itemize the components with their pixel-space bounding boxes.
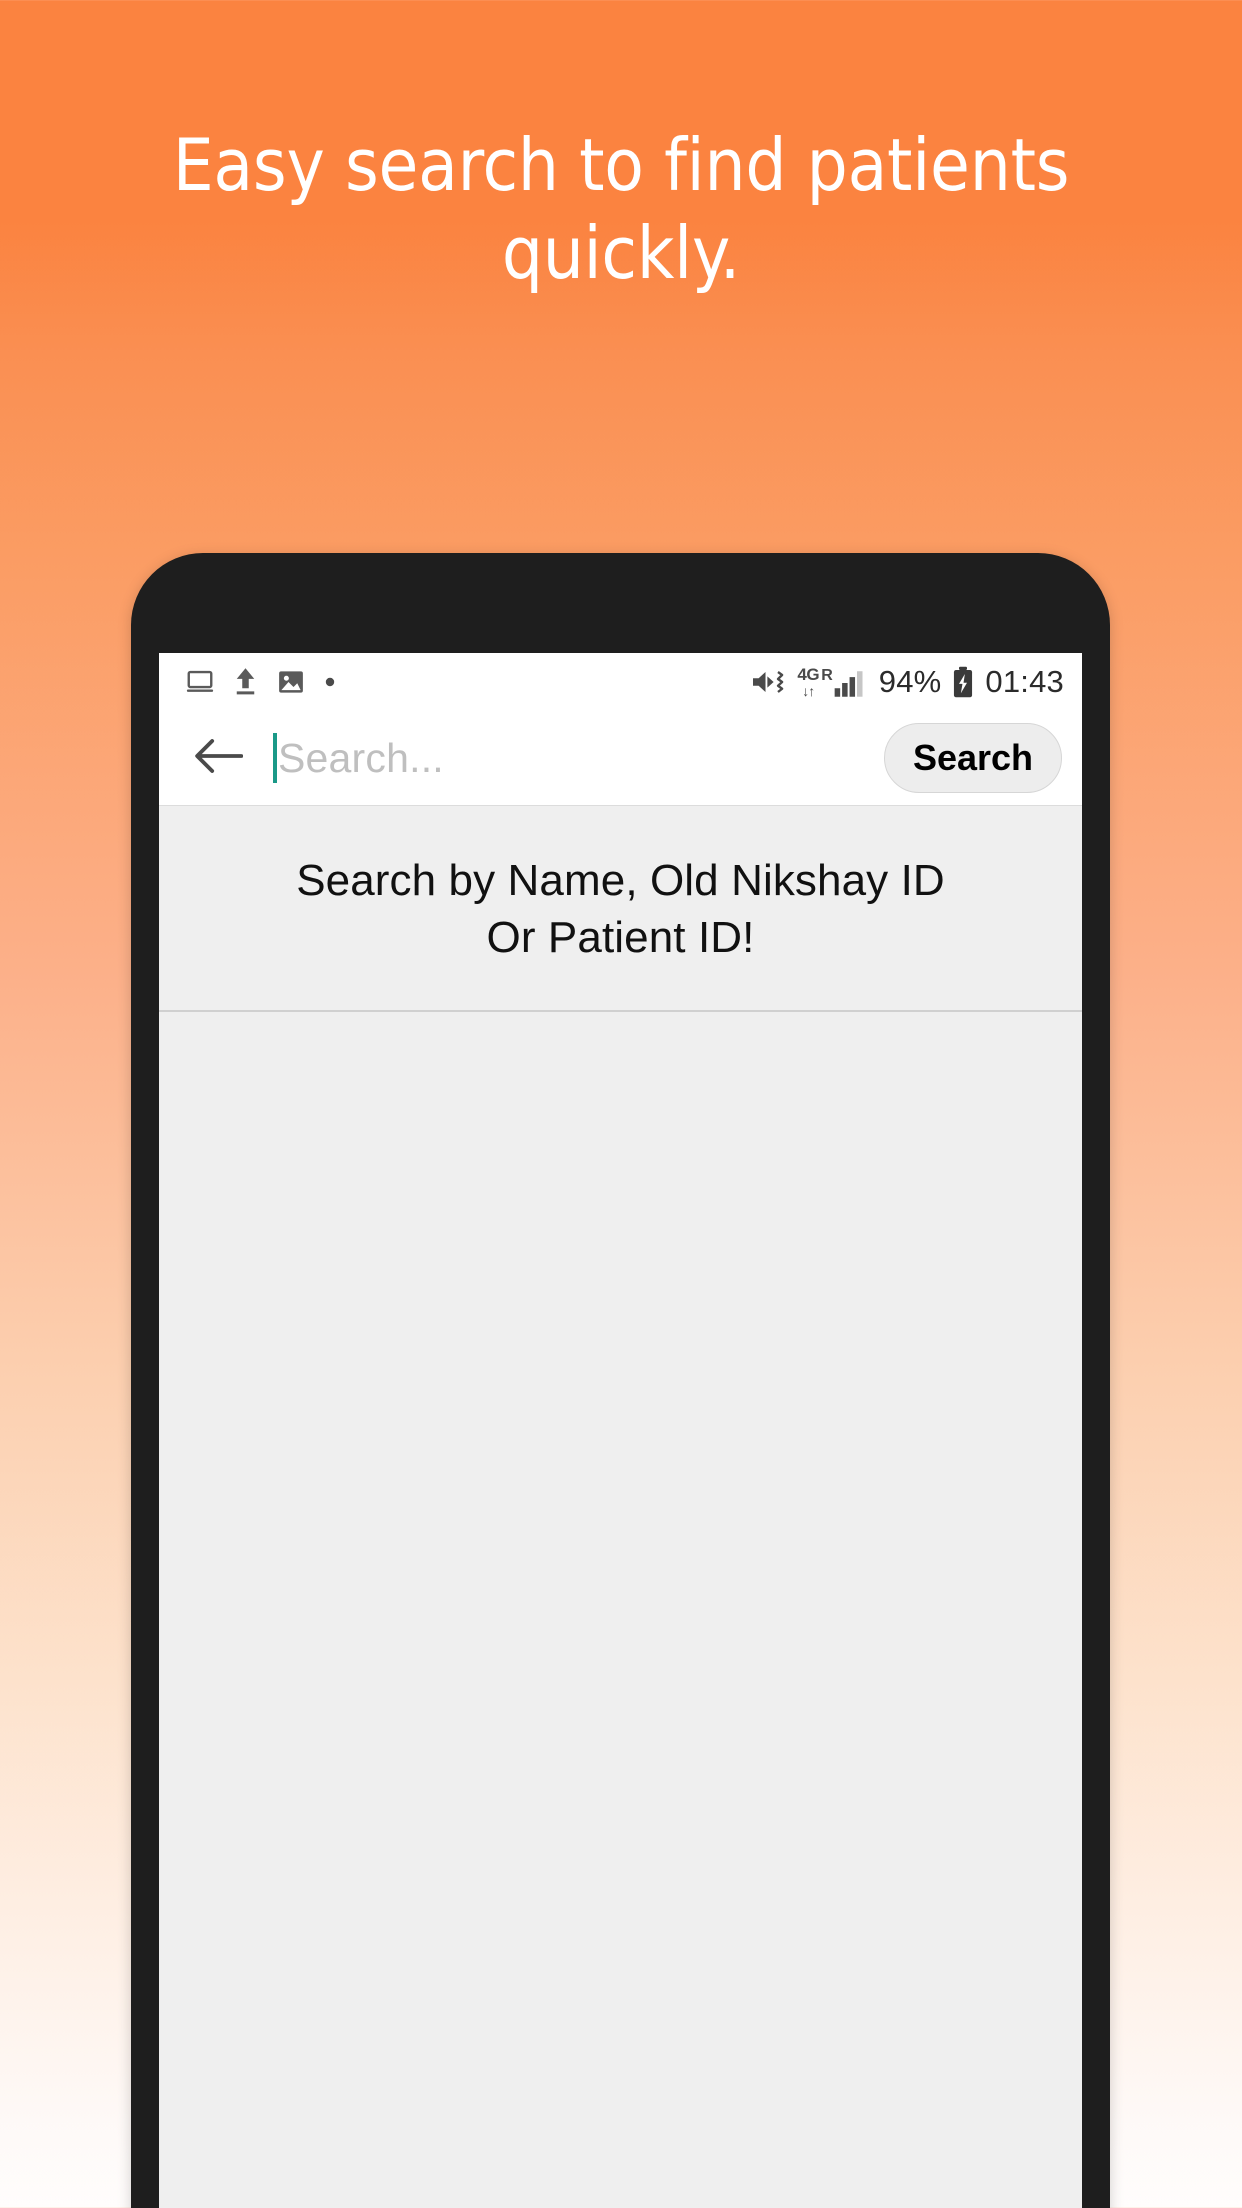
cast-screen-icon	[185, 667, 215, 697]
clock-label: 01:43	[985, 664, 1064, 699]
search-hint-panel: Search by Name, Old Nikshay ID Or Patien…	[159, 806, 1082, 1013]
search-input[interactable]: Search...	[273, 725, 884, 791]
upload-icon	[232, 667, 259, 697]
phone-screen: 4G ↓↑ R 94% 01:43 Search... Search Searc…	[159, 653, 1082, 2208]
back-button[interactable]	[185, 725, 251, 791]
text-caret	[273, 733, 277, 783]
signal-strength-icon: R	[821, 667, 868, 698]
search-hint-line-2: Or Patient ID!	[486, 913, 755, 963]
search-input-placeholder: Search...	[278, 734, 444, 781]
battery-percent-label: 94%	[878, 664, 942, 699]
status-bar: 4G ↓↑ R 94% 01:43	[159, 653, 1082, 711]
back-arrow-icon	[193, 736, 244, 781]
network-generation: 4G ↓↑	[797, 665, 820, 699]
action-bar: Search... Search	[159, 711, 1082, 806]
screenshot-image-icon	[276, 667, 306, 697]
search-hint-line-1: Search by Name, Old Nikshay ID	[296, 856, 945, 905]
search-button[interactable]: Search	[884, 723, 1062, 793]
search-results-list[interactable]	[159, 1012, 1082, 2208]
more-dot-icon	[323, 675, 337, 689]
vibrate-mute-icon	[750, 667, 786, 697]
network-status-group: 4G ↓↑ R	[797, 666, 867, 698]
status-bar-left-icons	[185, 667, 337, 697]
battery-charging-icon	[952, 666, 974, 698]
status-bar-right-icons: 4G ↓↑ R 94% 01:43	[750, 664, 1064, 700]
phone-mockup: 4G ↓↑ R 94% 01:43 Search... Search Searc…	[131, 553, 1110, 2208]
promo-headline: Easy search to find patients quickly.	[172, 123, 1070, 295]
